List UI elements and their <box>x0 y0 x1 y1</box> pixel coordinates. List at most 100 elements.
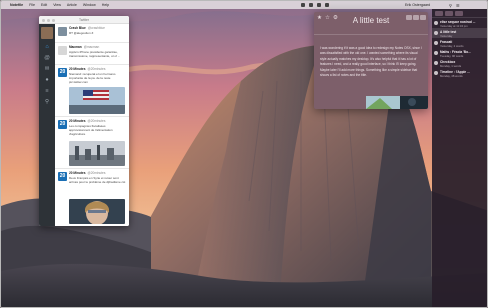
search-icon[interactable]: ⚲ <box>44 99 50 105</box>
twitter-sidebar: ⌂ @ ✉ ● ≡ ⚲ <box>39 24 55 226</box>
tweet-text: Apple's iPhone presidente garantise, tra… <box>69 50 121 58</box>
twitter-titlebar[interactable]: Twitter <box>39 16 129 24</box>
menu-right-icons: ⚲ ☰ <box>449 3 460 8</box>
city-photo <box>69 141 125 166</box>
portrait-photo <box>69 199 125 224</box>
tweet[interactable]: 20 20 Minutes @20minutes Niemand: recuper… <box>55 65 129 117</box>
menu-view[interactable]: View <box>53 3 61 7</box>
notes-list-sidebar: elise sequoe nostrud ... Yesterday at 11… <box>432 9 487 307</box>
tweet-text: Les compagnies fiscalisées approvisionne… <box>69 124 113 136</box>
note-image[interactable] <box>366 96 428 109</box>
tweet-author: 20 Minutes @20minutes <box>69 119 105 123</box>
settings-icon[interactable]: ⚙ <box>333 15 338 21</box>
star-icon[interactable]: ★ <box>317 15 322 21</box>
tweet-avatar[interactable] <box>58 46 67 55</box>
tweet-text: Niemand: recuperat el un hermano importa… <box>69 72 116 84</box>
profile-icon[interactable]: ● <box>44 77 50 83</box>
note-item-meta: Yesterday, 2 words <box>440 43 464 48</box>
divider <box>314 34 428 35</box>
tweet-avatar[interactable]: 20 <box>58 120 67 129</box>
tweet[interactable]: 20 20 Minutes @20minutes Les compagnies f… <box>55 117 129 169</box>
desktop: Notefile File Edit View Article Window H… <box>0 0 488 308</box>
image-thumbnail <box>366 96 428 109</box>
note-icon <box>434 50 438 55</box>
note-item-meta: Tuesday, 96 words <box>440 53 464 58</box>
status-icon[interactable] <box>325 3 329 7</box>
twitter-window: Twitter ⌂ @ ✉ ● ≡ ⚲ Crash Blue @crashblue… <box>39 16 129 226</box>
tweet-avatar[interactable] <box>58 27 67 36</box>
note-icon <box>434 40 438 45</box>
mentions-icon[interactable]: @ <box>44 55 50 61</box>
menu-edit[interactable]: Edit <box>41 3 47 7</box>
messages-icon[interactable]: ✉ <box>44 66 50 72</box>
format-buttons <box>406 15 426 20</box>
note-list-item[interactable]: Timeline : l'Apple ... Monday, 48 words <box>432 68 487 78</box>
tweet-avatar[interactable]: 20 <box>58 68 67 77</box>
lists-icon[interactable]: ≡ <box>44 88 50 94</box>
tweet-name: 20 Minutes <box>69 119 86 123</box>
format-button[interactable] <box>413 15 419 20</box>
menu-window[interactable]: Window <box>83 3 96 7</box>
note-list-item[interactable]: elise sequoe nostrud ... Yesterday at 11… <box>432 18 487 28</box>
format-button[interactable] <box>420 15 426 20</box>
note-item-meta: Yesterday at 11:34 pm <box>440 23 468 28</box>
note-editor-window: ★ ☆ ⚙ A little test I was wondering if i… <box>314 12 428 109</box>
menu-bar: Notefile File Edit View Article Window H… <box>1 1 487 9</box>
tweet[interactable]: Crash Blue @crashblue RT @alegoulton Z <box>55 24 129 43</box>
tweet-name: 20 Minutes <box>69 67 86 71</box>
tweet-name: Macman <box>69 45 82 49</box>
tweet-handle: @20minutes <box>87 171 106 175</box>
tweet-photo[interactable] <box>69 199 125 224</box>
tweet-author: 20 Minutes @20minutes <box>69 171 105 175</box>
note-list-item-selected[interactable]: A little test Yesterday <box>432 28 487 38</box>
sidebar-header <box>432 9 487 18</box>
status-icon[interactable] <box>301 3 305 7</box>
tweet-handle: @20minutes <box>87 119 106 123</box>
tweet-author: Crash Blue @crashblue <box>69 26 105 30</box>
flag-photo <box>69 87 125 114</box>
close-button[interactable] <box>42 18 45 22</box>
tweet-text: RT @alegoulton Z <box>69 31 94 35</box>
tweet-handle: @macman <box>83 45 100 49</box>
window-title: Twitter <box>79 18 89 22</box>
note-list-item[interactable]: Frascati Yesterday, 2 words <box>432 38 487 48</box>
zoom-button[interactable] <box>52 18 55 22</box>
note-icon <box>434 60 438 65</box>
note-icon <box>434 70 438 75</box>
tweet-avatar[interactable]: 20 <box>58 172 67 181</box>
status-icon[interactable] <box>309 3 313 7</box>
format-button[interactable] <box>406 15 412 20</box>
note-list-item[interactable]: Checkbox Monday, 1 words <box>432 58 487 68</box>
tweet-photo[interactable] <box>69 87 125 114</box>
menu-help[interactable]: Help <box>102 3 109 7</box>
note-title[interactable]: A little test <box>344 16 398 25</box>
note-item-meta: Monday, 48 words <box>440 73 463 78</box>
tweet-name: Crash Blue <box>69 26 86 30</box>
notification-center-icon[interactable]: ☰ <box>456 3 460 8</box>
spotlight-icon[interactable]: ⚲ <box>449 3 452 8</box>
tweet-photo[interactable] <box>69 141 125 166</box>
timeline: Crash Blue @crashblue RT @alegoulton Z Ma… <box>55 24 129 226</box>
menu-file[interactable]: File <box>29 3 35 7</box>
sort-button[interactable] <box>455 11 463 16</box>
note-icon <box>434 20 438 25</box>
window-controls <box>42 18 55 22</box>
minimize-button[interactable] <box>47 18 50 22</box>
status-icon[interactable] <box>317 3 321 7</box>
app-menu[interactable]: Notefile <box>10 3 23 7</box>
avatar[interactable] <box>41 27 53 39</box>
tweet[interactable]: 20 20 Minutes @20minutes Deux Français en… <box>55 169 129 226</box>
tweet[interactable]: Macman @macman Apple's iPhone presidente … <box>55 43 129 65</box>
note-body[interactable]: I was wondering if it was a good idea to… <box>320 46 424 78</box>
tweet-name: 20 Minutes <box>69 171 86 175</box>
menu-article[interactable]: Article <box>67 3 77 7</box>
tweet-handle: @20minutes <box>87 67 106 71</box>
home-icon[interactable]: ⌂ <box>44 44 50 50</box>
tweet-author: 20 Minutes @20minutes <box>69 67 105 71</box>
share-icon[interactable]: ☆ <box>325 15 330 21</box>
tweet-author: Macman @macman <box>69 45 99 49</box>
user-name[interactable]: Erik Ostergaard <box>405 3 430 7</box>
view-toggle-button[interactable] <box>445 11 453 16</box>
new-note-button[interactable] <box>435 11 443 16</box>
note-list-item[interactable]: Maths : Fésola 'Bo... Tuesday, 96 words <box>432 48 487 58</box>
